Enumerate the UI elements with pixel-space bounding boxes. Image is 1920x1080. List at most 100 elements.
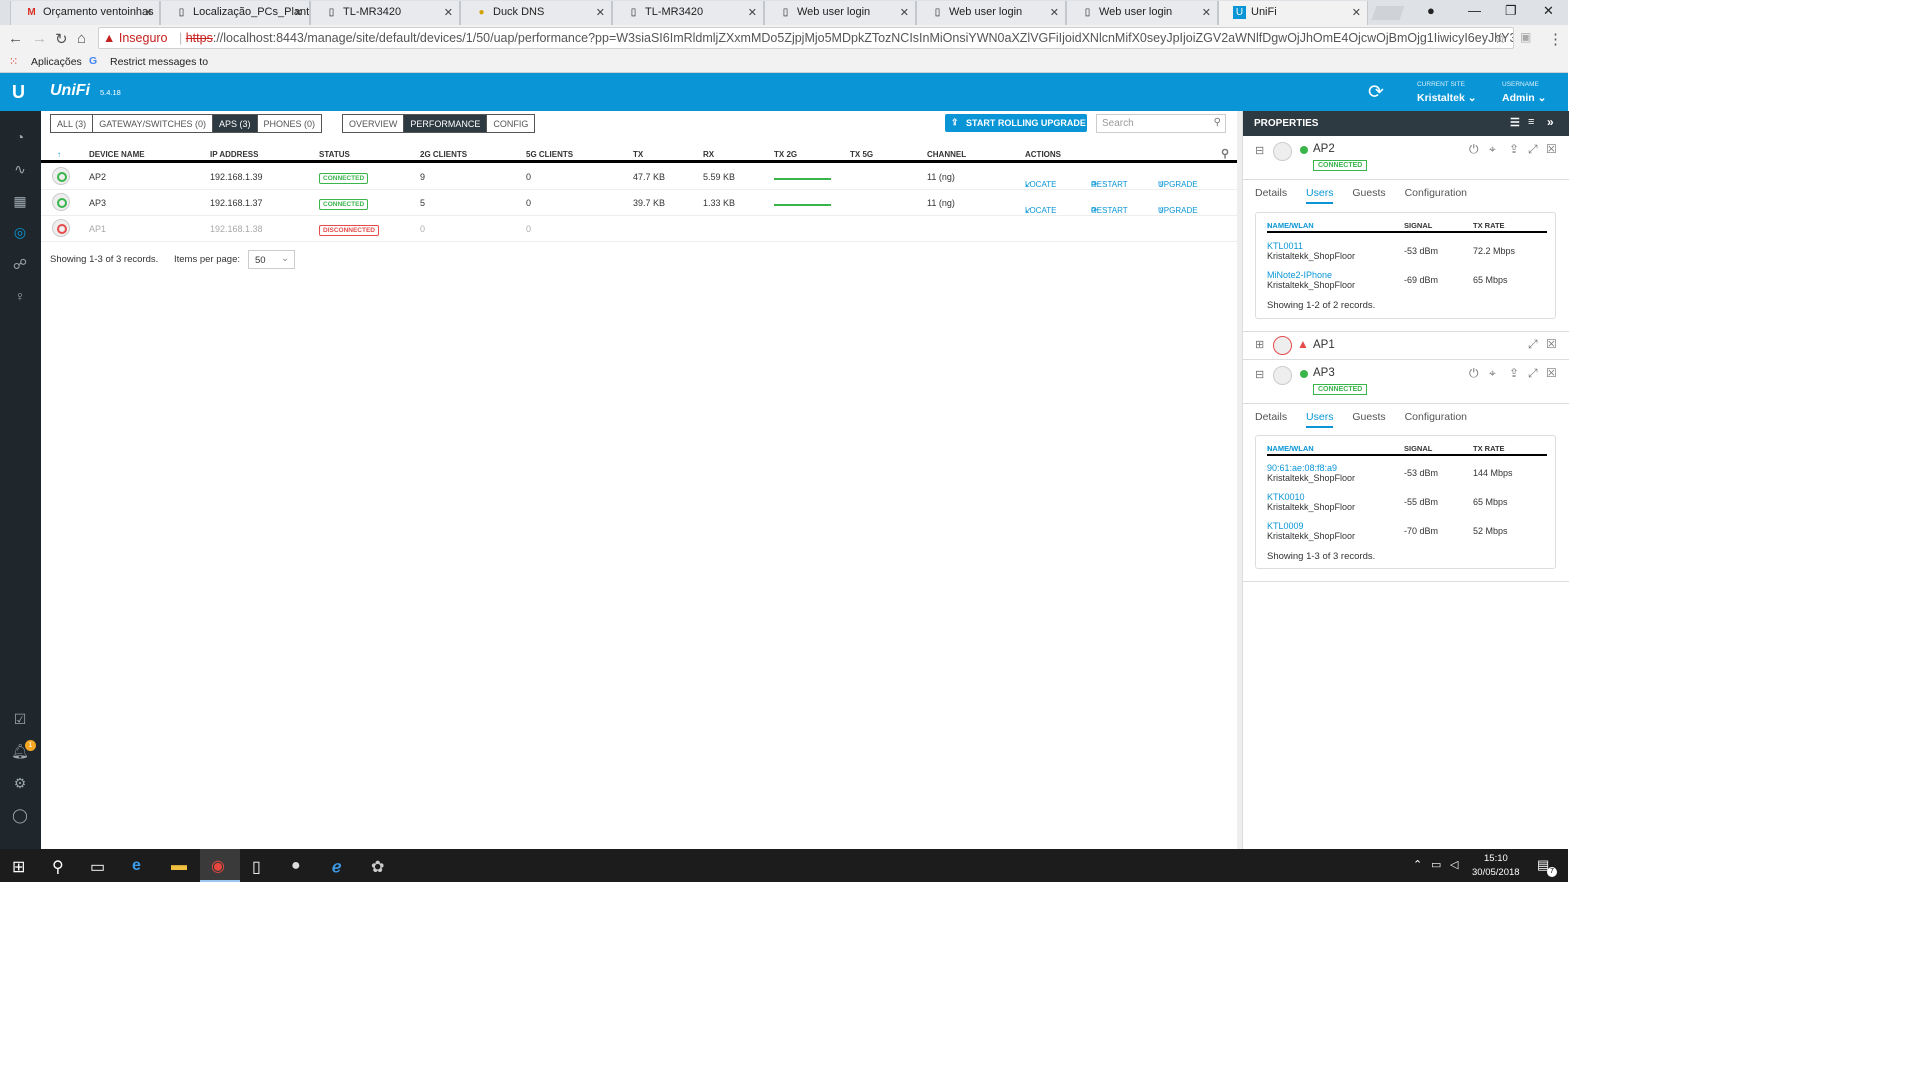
browser-tab[interactable]: ▯ TL-MR3420 ✕ — [310, 1, 460, 25]
view-overview[interactable]: OVERVIEW — [343, 115, 405, 132]
map-icon[interactable]: ▦ — [11, 192, 29, 210]
clients-icon[interactable]: ☍ — [11, 255, 29, 273]
close-window-icon[interactable]: ✕ — [1543, 3, 1554, 19]
start-rolling-upgrade-button[interactable]: ⇪ START ROLLING UPGRADE — [945, 114, 1087, 132]
tab-details[interactable]: Details — [1255, 411, 1287, 423]
restart-icon[interactable]: ⏻ — [1469, 366, 1479, 381]
col-ip-address[interactable]: IP ADDRESS — [210, 150, 258, 159]
table-row[interactable]: AP2 192.168.1.39 CONNECTED 9 0 47.7 KB 5… — [41, 164, 1240, 190]
browser-tab[interactable]: M Orçamento ventoinhas ✕ — [10, 1, 160, 25]
home-icon[interactable]: ⌂ — [77, 30, 86, 47]
clock-date[interactable]: 30/05/2018 — [1472, 867, 1520, 878]
filter-all[interactable]: ALL (3) — [51, 115, 94, 132]
close-panel-icon[interactable]: » — [1547, 115, 1554, 129]
maximize-icon[interactable]: ❐ — [1505, 3, 1517, 19]
insights-icon[interactable]: ♀ — [11, 287, 29, 305]
windows-start-icon[interactable]: ⊞ — [12, 857, 25, 877]
col-device-name[interactable]: DEVICE NAME — [89, 150, 145, 159]
network-icon[interactable]: ▭ — [1431, 858, 1441, 871]
col-tx-rate[interactable]: TX RATE — [1473, 221, 1505, 230]
device-name[interactable]: AP3 — [89, 198, 106, 208]
dashboard-icon[interactable]: ◔ — [11, 128, 29, 146]
table-row[interactable]: AP3 192.168.1.37 CONNECTED 5 0 39.7 KB 1… — [41, 190, 1240, 216]
clock-time[interactable]: 15:10 — [1484, 853, 1508, 864]
app-icon[interactable]: ✿ — [371, 857, 384, 877]
filter-phones[interactable]: PHONES (0) — [258, 115, 322, 132]
col-5g-clients[interactable]: 5G CLIENTS — [526, 150, 573, 159]
device-name[interactable]: AP2 — [89, 172, 106, 182]
filter-aps[interactable]: APS (3) — [213, 115, 258, 132]
expand-icon[interactable]: ⊞ — [1255, 338, 1264, 351]
site-selector[interactable]: Kristaltek ⌄ — [1417, 92, 1477, 104]
tab-configuration[interactable]: Configuration — [1405, 187, 1467, 199]
per-page-select[interactable]: 50 ⌄ — [248, 250, 295, 269]
browser-tab[interactable]: ▯ Web user login ✕ — [764, 1, 916, 25]
profile-icon[interactable]: ● — [1427, 3, 1435, 18]
chrome-taskbar-button[interactable]: ◉ — [200, 849, 240, 882]
statistics-icon[interactable]: ∿ — [11, 160, 29, 178]
close-tab-icon[interactable]: ✕ — [748, 6, 757, 19]
col-tx[interactable]: TX — [633, 150, 643, 159]
tab-guests[interactable]: Guests — [1352, 411, 1385, 423]
pop-out-icon[interactable]: ⤢ — [1528, 142, 1538, 157]
search-icon[interactable]: ⚲ — [52, 857, 64, 877]
tab-details[interactable]: Details — [1255, 187, 1287, 199]
close-tab-icon[interactable]: ✕ — [294, 6, 303, 19]
col-signal[interactable]: SIGNAL — [1404, 444, 1432, 453]
locate-icon[interactable]: ⌖ — [1489, 142, 1496, 157]
close-tab-icon[interactable]: ✕ — [1050, 6, 1059, 19]
pop-out-icon[interactable]: ⤢ — [1528, 337, 1538, 352]
col-rx[interactable]: RX — [703, 150, 714, 159]
device-name[interactable]: AP1 — [89, 224, 106, 234]
settings-icon[interactable]: ⚙ — [11, 774, 29, 792]
pop-out-icon[interactable]: ⤢ — [1528, 366, 1538, 381]
tab-users[interactable]: Users — [1306, 411, 1334, 428]
locate-icon[interactable]: ⌖ — [1489, 366, 1496, 381]
edge-icon[interactable]: e — [132, 857, 141, 875]
refresh-icon[interactable]: ⟳ — [1368, 81, 1384, 104]
close-icon[interactable]: ☒ — [1546, 366, 1557, 380]
ubiquiti-logo-icon[interactable]: U — [12, 82, 25, 103]
extension-icon[interactable]: ▣ — [1520, 30, 1531, 44]
browser-tab-active[interactable]: U UniFi ✕ — [1218, 1, 1368, 25]
user-name-link[interactable]: MiNote2-IPhone — [1267, 270, 1332, 280]
collapse-all-icon[interactable]: ☰ — [1510, 116, 1520, 129]
list-icon[interactable]: ≡ — [1528, 116, 1534, 128]
close-tab-icon[interactable]: ✕ — [144, 6, 153, 19]
search-input[interactable]: Search ⚲ — [1096, 114, 1226, 133]
minimize-icon[interactable]: — — [1468, 3, 1481, 18]
reload-icon[interactable]: ↻ — [55, 30, 68, 48]
close-tab-icon[interactable]: ✕ — [1202, 6, 1211, 19]
menu-icon[interactable]: ⋮ — [1548, 30, 1563, 48]
col-tx-2g[interactable]: TX 2G — [774, 150, 797, 159]
user-name-link[interactable]: KTK0010 — [1267, 492, 1305, 502]
tab-users[interactable]: Users — [1306, 187, 1334, 204]
close-tab-icon[interactable]: ✕ — [900, 6, 909, 19]
bookmark-apps[interactable]: Aplicações — [31, 56, 82, 68]
filter-gateway-switches[interactable]: GATEWAY/SWITCHES (0) — [93, 115, 214, 132]
browser-tab[interactable]: ▯ TL-MR3420 ✕ — [612, 1, 764, 25]
volume-icon[interactable]: ◁ — [1450, 858, 1458, 871]
task-view-icon[interactable]: ▭ — [90, 857, 105, 877]
col-signal[interactable]: SIGNAL — [1404, 221, 1432, 230]
browser-tab[interactable]: ▯ Web user login ✕ — [916, 1, 1066, 25]
sort-ascending-icon[interactable]: ↑ — [57, 150, 61, 159]
file-explorer-icon[interactable]: ▬ — [171, 857, 187, 875]
devices-icon[interactable]: ◎ — [11, 223, 29, 241]
bookmark-restrict-messages[interactable]: Restrict messages to — [110, 56, 208, 68]
upgrade-icon[interactable]: ⇪ — [1509, 142, 1519, 156]
col-tx-rate[interactable]: TX RATE — [1473, 444, 1505, 453]
close-tab-icon[interactable]: ✕ — [444, 6, 453, 19]
user-name-link[interactable]: KTL0011 — [1267, 241, 1303, 251]
restart-icon[interactable]: ⏻ — [1469, 142, 1479, 157]
app-logo[interactable]: UniFi — [50, 82, 90, 100]
browser-tab[interactable]: ▯ Localização_PCs_Planta ✕ — [160, 1, 310, 25]
internet-explorer-icon[interactable]: ℯ — [332, 857, 341, 877]
alerts-check-icon[interactable]: ☑ — [11, 710, 29, 728]
table-row[interactable]: AP1 192.168.1.38 DISCONNECTED 0 0 — [41, 216, 1240, 242]
upgrade-icon[interactable]: ⇪ — [1509, 366, 1519, 380]
bookmark-star-icon[interactable]: ☆ — [1494, 30, 1507, 47]
user-name-link[interactable]: KTL0009 — [1267, 521, 1304, 531]
close-tab-icon[interactable]: ✕ — [596, 6, 605, 19]
col-2g-clients[interactable]: 2G CLIENTS — [420, 150, 467, 159]
